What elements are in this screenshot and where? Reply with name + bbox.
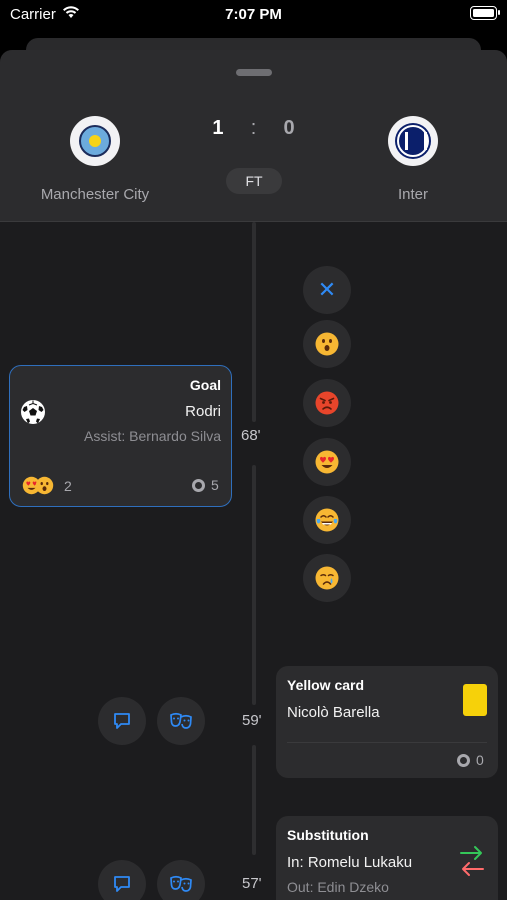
score-separator: : bbox=[250, 117, 257, 139]
player-out: Out: Edin Dzeko bbox=[287, 879, 389, 895]
tears-of-joy-icon bbox=[315, 508, 339, 532]
comments-button[interactable]: 5 bbox=[192, 477, 219, 493]
reaction-count: 2 bbox=[64, 478, 72, 494]
event-type: Goal bbox=[189, 377, 221, 393]
comment-icon bbox=[192, 479, 205, 492]
reaction-crying-button[interactable] bbox=[303, 554, 351, 602]
substitution-arrows-icon bbox=[460, 846, 484, 876]
football-icon bbox=[21, 400, 45, 424]
angry-icon bbox=[315, 391, 339, 415]
reaction-angry-button[interactable] bbox=[303, 379, 351, 427]
event-type: Substitution bbox=[287, 827, 369, 843]
match-sheet: Manchester City 1 : 0 FT Inter Goal Rodr… bbox=[0, 50, 507, 900]
player-in: In: Romelu Lukaku bbox=[287, 854, 413, 871]
event-type: Yellow card bbox=[287, 677, 365, 693]
away-team[interactable]: Inter bbox=[333, 116, 493, 203]
match-header: Manchester City 1 : 0 FT Inter bbox=[0, 50, 507, 222]
battery-icon bbox=[470, 6, 500, 20]
comment-button[interactable] bbox=[98, 860, 146, 900]
close-reactions-button[interactable]: ✕ bbox=[303, 266, 351, 314]
surprised-icon bbox=[35, 476, 54, 495]
sheet-grabber[interactable] bbox=[236, 69, 272, 76]
event-minute: 68' bbox=[241, 427, 261, 444]
divider bbox=[287, 742, 487, 743]
home-team-name: Manchester City bbox=[40, 186, 150, 203]
away-team-name: Inter bbox=[397, 186, 428, 203]
home-score: 1 bbox=[212, 117, 224, 139]
comments-button[interactable]: 0 bbox=[457, 752, 484, 768]
close-icon: ✕ bbox=[317, 277, 337, 302]
comment-count: 5 bbox=[211, 477, 219, 493]
heart-eyes-icon bbox=[315, 450, 339, 474]
crying-icon bbox=[315, 566, 339, 590]
away-score: 0 bbox=[283, 117, 295, 139]
theater-masks-icon bbox=[170, 712, 192, 729]
timeline-line bbox=[252, 745, 256, 855]
goal-assist: Assist: Bernardo Silva bbox=[84, 428, 221, 444]
timeline-line bbox=[252, 222, 256, 422]
react-button[interactable] bbox=[157, 697, 205, 745]
comment-button[interactable] bbox=[98, 697, 146, 745]
comment-icon bbox=[114, 876, 130, 892]
goal-event-card[interactable]: Goal Rodri Assist: Bernardo Silva 2 5 bbox=[9, 365, 232, 507]
goal-scorer: Rodri bbox=[185, 403, 221, 420]
yellow-card-event-card[interactable]: Yellow card Nicolò Barella 0 bbox=[276, 666, 498, 778]
timeline-line bbox=[252, 465, 256, 705]
reaction-tears-of-joy-button[interactable] bbox=[303, 496, 351, 544]
event-minute: 57' bbox=[242, 875, 262, 892]
status-bar: Carrier 7:07 PM bbox=[0, 0, 507, 30]
comment-icon bbox=[457, 754, 470, 767]
inter-crest-icon bbox=[388, 116, 438, 166]
yellow-card-icon bbox=[463, 684, 487, 716]
match-status-badge: FT bbox=[226, 168, 282, 194]
booked-player: Nicolò Barella bbox=[287, 704, 380, 721]
event-minute: 59' bbox=[242, 712, 262, 729]
theater-masks-icon bbox=[170, 875, 192, 892]
comment-count: 0 bbox=[476, 752, 484, 768]
reaction-heart-eyes-button[interactable] bbox=[303, 438, 351, 486]
comment-icon bbox=[114, 713, 130, 729]
react-button[interactable] bbox=[157, 860, 205, 900]
clock: 7:07 PM bbox=[225, 6, 282, 23]
surprised-icon bbox=[315, 332, 339, 356]
reaction-surprised-button[interactable] bbox=[303, 320, 351, 368]
substitution-event-card[interactable]: Substitution In: Romelu Lukaku Out: Edin… bbox=[276, 816, 498, 900]
